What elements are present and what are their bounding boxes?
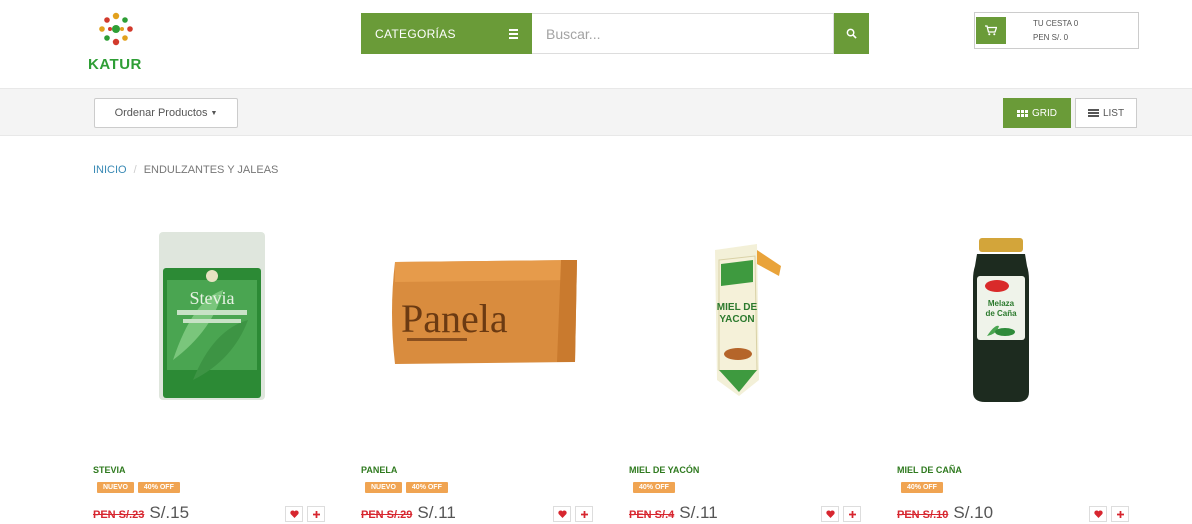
cart-widget[interactable]: TU CESTA 0 PEN S/. 0 [974,12,1139,49]
current-price: S/.11 [417,503,456,522]
old-price: PEN S/.10 [897,509,949,521]
plus-icon [1116,510,1124,518]
old-price: PEN S/.23 [93,509,145,521]
product-name[interactable]: MIEL DE CAÑA [897,465,962,475]
cart-total: PEN S/. 0 [1033,33,1069,42]
current-price: S/.15 [149,503,190,522]
product-name[interactable]: STEVIA [93,465,126,475]
product-toolbar: Ordenar Productos ▼ GRID LIST [0,88,1192,136]
plus-icon [848,510,856,518]
menu-icon [509,28,518,39]
search-icon [846,28,857,39]
product-image-miel-de-cana[interactable]: Melaza de Caña [897,220,1127,420]
product-actions [1089,506,1129,522]
grid-label: GRID [1032,107,1057,119]
wishlist-button[interactable] [1089,506,1107,522]
heart-icon [1093,510,1103,518]
heart-icon [289,510,299,518]
wishlist-button[interactable] [821,506,839,522]
wishlist-button[interactable] [553,506,571,522]
product-card[interactable]: MIEL DE YACON MIEL DE YACÓN 40% OFF PEN … [629,220,861,524]
search-input[interactable] [532,13,834,54]
search-button[interactable] [834,13,869,54]
categories-label: CATEGORÍAS [375,26,456,41]
list-label: LIST [1102,107,1125,119]
product-actions [553,506,593,522]
logo-mark-icon [99,12,133,46]
breadcrumb: INICIO / ENDULZANTES Y JALEAS [93,164,278,176]
product-prices: PEN S/.10 S/.10 [897,503,993,523]
old-price: PEN S/.4 [629,509,675,521]
cart-icon-box [976,17,1006,44]
badge-discount: 40% OFF [633,482,675,493]
product-prices: PEN S/.23 S/.15 [93,503,189,523]
product-prices: PEN S/.4 S/.11 [629,503,718,523]
add-to-cart-button[interactable] [307,506,325,522]
current-price: S/.10 [953,503,994,522]
heart-icon [557,510,567,518]
breadcrumb-separator: / [133,164,137,176]
plus-icon [580,510,588,518]
product-name[interactable]: MIEL DE YACÓN [629,465,699,475]
product-image-stevia[interactable]: Stevia [93,220,323,420]
badge-discount: 40% OFF [901,482,943,493]
product-card[interactable]: Panela PANELA NUEVO 40% OFF PEN S/.29 S/… [361,220,593,524]
svg-text:YACON: YACON [719,314,754,325]
site-header: KATUR CATEGORÍAS TU CESTA 0 PEN S/. 0 [0,0,1192,88]
svg-text:de Caña: de Caña [985,309,1017,318]
grid-view-button[interactable]: GRID [1003,98,1071,128]
breadcrumb-current: ENDULZANTES Y JALEAS [143,164,279,176]
badge-new: NUEVO [97,482,134,493]
list-icon [1087,109,1099,117]
svg-text:Panela: Panela [401,296,508,341]
brand-logo[interactable]: KATUR [86,10,156,74]
add-to-cart-button[interactable] [575,506,593,522]
add-to-cart-button[interactable] [843,506,861,522]
svg-text:Melaza: Melaza [988,299,1015,308]
product-card[interactable]: Stevia STEVIA NUEVO 40% OFF PEN S/.23 S/… [93,220,325,524]
wishlist-button[interactable] [285,506,303,522]
add-to-cart-button[interactable] [1111,506,1129,522]
badge-discount: 40% OFF [405,482,448,493]
product-image-miel-de-yacon[interactable]: MIEL DE YACON [629,220,859,420]
product-badges: NUEVO 40% OFF [365,482,448,493]
product-badges: NUEVO 40% OFF [97,482,180,493]
brand-name: KATUR [88,56,142,73]
old-price: PEN S/.29 [361,509,413,521]
breadcrumb-home-link[interactable]: INICIO [93,164,127,176]
list-view-button[interactable]: LIST [1075,98,1137,128]
badge-discount: 40% OFF [137,482,180,493]
sort-dropdown[interactable]: Ordenar Productos ▼ [94,98,238,128]
product-image-panela[interactable]: Panela [361,220,591,420]
svg-text:MIEL DE: MIEL DE [717,302,758,313]
product-actions [821,506,861,522]
product-prices: PEN S/.29 S/.11 [361,503,456,523]
product-badges: 40% OFF [901,482,943,493]
current-price: S/.11 [679,503,718,522]
svg-text:Stevia: Stevia [190,288,235,308]
shopping-cart-icon [985,25,997,36]
plus-icon [312,510,320,518]
product-name[interactable]: PANELA [361,465,397,475]
grid-icon [1017,109,1028,117]
heart-icon [825,510,835,518]
sort-label: Ordenar Productos [114,107,208,119]
cart-count: TU CESTA 0 [1033,19,1079,28]
product-card[interactable]: Melaza de Caña MIEL DE CAÑA 40% OFF PEN … [897,220,1129,524]
caret-down-icon: ▼ [210,109,218,117]
product-badges: 40% OFF [633,482,675,493]
badge-new: NUEVO [365,482,402,493]
product-actions [285,506,325,522]
categories-button[interactable]: CATEGORÍAS [361,13,532,54]
